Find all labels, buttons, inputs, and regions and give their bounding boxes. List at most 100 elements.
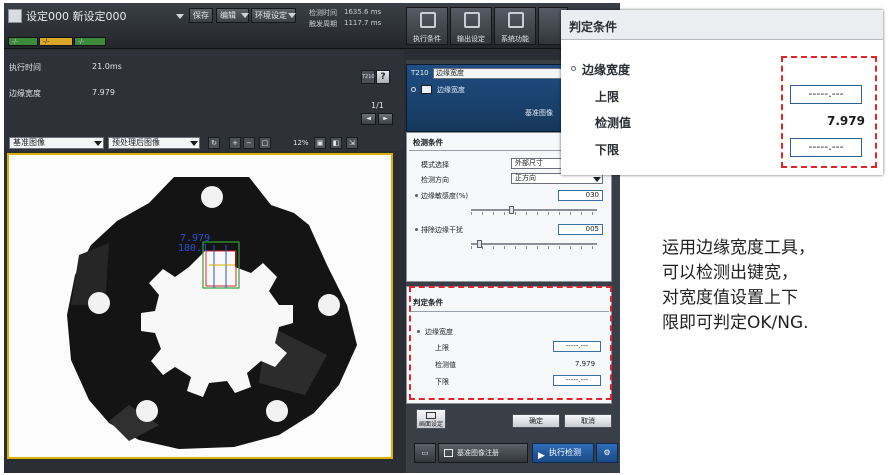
chevron-down-icon [190, 141, 198, 146]
image-mode-select[interactable]: 预处理后图像 [108, 137, 200, 149]
cancel-button[interactable]: 取消 [564, 414, 612, 428]
image-toolbar: 基准图像 预处理后图像 ↻ + − □ 12% ▣ ◧ ⇲ [4, 135, 404, 151]
sensitivity-input[interactable]: 030 [558, 190, 603, 201]
top-bar: 设定000 新设定000 保存 编辑 环境设定 检测时间 1635.6 ms 触… [4, 3, 620, 49]
output-settings-button[interactable]: 输出设定 [450, 7, 492, 45]
fit-window-icon[interactable]: □ [259, 137, 271, 149]
caption-line: 对宽度值设置上下 [662, 288, 798, 308]
bank-slot[interactable]: -/- [8, 37, 38, 46]
run-options-button[interactable]: ⚙ [596, 443, 618, 463]
prev-page-button[interactable]: ◄ [361, 113, 376, 125]
image-viewer[interactable]: 7.979 180.1 [7, 153, 393, 459]
image-source-value: 基准图像 [13, 138, 45, 147]
system-functions-label: 系统功能 [501, 35, 529, 43]
zoom-highlight-frame [781, 56, 877, 168]
zoom-measured-label: 检测值 [595, 116, 632, 130]
sensitivity-slider-track[interactable] [471, 209, 597, 211]
stat-label: 检测时间 [309, 9, 337, 17]
screen-settings-button[interactable]: 画面设定 [416, 409, 446, 429]
zoom-upper-label: 上限 [595, 90, 620, 104]
sensitivity-label: 边缘敏感度(%) [421, 192, 469, 200]
interference-slider-track[interactable] [471, 243, 597, 245]
interference-slider-knob[interactable] [477, 240, 483, 248]
zoom-title: 判定条件 [569, 20, 618, 34]
keyboard-button[interactable]: ▭ [414, 443, 436, 463]
zoom-item-label: 边缘宽度 [582, 63, 631, 77]
zoom-in-icon[interactable]: + [229, 137, 241, 149]
bullet-icon [411, 87, 416, 92]
zoom-level: 12% [293, 139, 309, 147]
caption-line: 限即可判定OK/NG. [662, 313, 809, 333]
reference-image-label: 基准图像 [525, 109, 553, 117]
page-indicator: 1/1 [371, 101, 384, 110]
system-functions-button[interactable]: 系统功能 [494, 7, 536, 45]
env-settings-label: 环境设定 [255, 11, 287, 20]
mode-value: 外部尺寸 [515, 159, 543, 167]
image-mode-value: 预处理后图像 [112, 138, 160, 147]
app-window: 设定000 新设定000 保存 编辑 环境设定 检测时间 1635.6 ms 触… [4, 3, 620, 473]
sensitivity-slider-knob[interactable] [508, 206, 514, 214]
ok-button[interactable]: 确定 [512, 414, 560, 428]
stat-value: 1635.6 ms [344, 8, 382, 16]
edge-width-value: 7.979 [92, 88, 115, 97]
result-info-panel: 执行时间 21.0ms 边缘宽度 7.979 T210 ? 1/1 ◄ ► [4, 50, 404, 135]
screen-settings-label: 画面设定 [418, 421, 443, 428]
save-button[interactable]: 保存 [189, 8, 213, 23]
run-conditions-button[interactable]: 执行条件 [406, 7, 448, 45]
judge-highlight-frame [409, 286, 612, 400]
next-page-button[interactable]: ► [378, 113, 393, 125]
zoom-header: 判定条件 [561, 10, 883, 40]
image-source-select[interactable]: 基准图像 [9, 137, 104, 149]
interference-input[interactable]: 005 [558, 224, 603, 235]
tool-item-label[interactable]: 边缘宽度 [437, 85, 465, 95]
output-settings-label: 输出设定 [457, 35, 485, 43]
bank-slot[interactable]: -/- [39, 37, 73, 46]
direction-label: 检测方向 [421, 176, 449, 184]
env-chevron-down-icon [288, 13, 296, 18]
export-icon[interactable]: ⇲ [346, 137, 358, 149]
edit-chevron-down-icon [241, 13, 249, 18]
chevron-down-icon [94, 141, 102, 146]
stat-value: 1117.7 ms [344, 19, 382, 27]
explanation-caption: 运用边缘宽度工具， 可以检测出键宽， 对宽度值设置上下 限即可判定OK/NG. [662, 236, 882, 336]
tool-item-icon [421, 85, 432, 94]
exec-time-value: 21.0ms [92, 62, 122, 71]
chevron-down-icon [593, 177, 601, 182]
angle-value-label: 180.1 [178, 243, 208, 254]
edge-width-label: 边缘宽度 [9, 89, 41, 98]
bullet-icon [571, 66, 576, 71]
refresh-icon[interactable]: ↻ [208, 137, 220, 149]
detect-conditions-title: 检测条件 [413, 138, 443, 147]
help-button[interactable]: ? [376, 70, 390, 84]
bullet-icon [415, 194, 418, 197]
setting-dropdown-icon[interactable] [176, 14, 184, 19]
compare-icon[interactable]: ◧ [330, 137, 342, 149]
edit-menu-button[interactable]: 编辑 [216, 8, 249, 23]
tool-id-badge[interactable]: T210 [361, 70, 375, 84]
caption-line: 可以检测出键宽， [662, 263, 798, 283]
bullet-icon [415, 228, 418, 231]
env-settings-button[interactable]: 环境设定 [251, 8, 296, 23]
register-icon [444, 449, 453, 457]
edit-menu-label: 编辑 [220, 11, 236, 20]
image-view-icon[interactable]: ▣ [314, 137, 326, 149]
stat-label: 触发周期 [309, 20, 337, 28]
run-conditions-label: 执行条件 [413, 35, 441, 43]
slider-ticks [471, 246, 597, 249]
zoom-out-icon[interactable]: − [243, 137, 255, 149]
output-icon [464, 12, 480, 28]
screen-icon [426, 412, 436, 419]
direction-value: 正方向 [515, 174, 536, 182]
mode-label: 模式选择 [421, 161, 449, 169]
play-icon: ▶ [538, 451, 545, 461]
register-reference-label: 基准图像注册 [457, 449, 499, 457]
system-icon [508, 12, 524, 28]
setting-title[interactable]: 设定000 新设定000 [26, 8, 127, 24]
slider-ticks [471, 212, 597, 215]
run-inspection-button[interactable]: ▶ 执行检测 [532, 443, 594, 463]
judge-conditions-zoom: 判定条件 边缘宽度 上限 -----.--- 检测值 7.979 下限 ----… [561, 10, 883, 175]
zoom-lower-label: 下限 [595, 143, 620, 157]
bank-slot[interactable]: -/- [74, 37, 106, 46]
register-reference-button[interactable]: 基准图像注册 [438, 443, 528, 463]
interference-label: 排除边缘干扰 [421, 226, 463, 234]
